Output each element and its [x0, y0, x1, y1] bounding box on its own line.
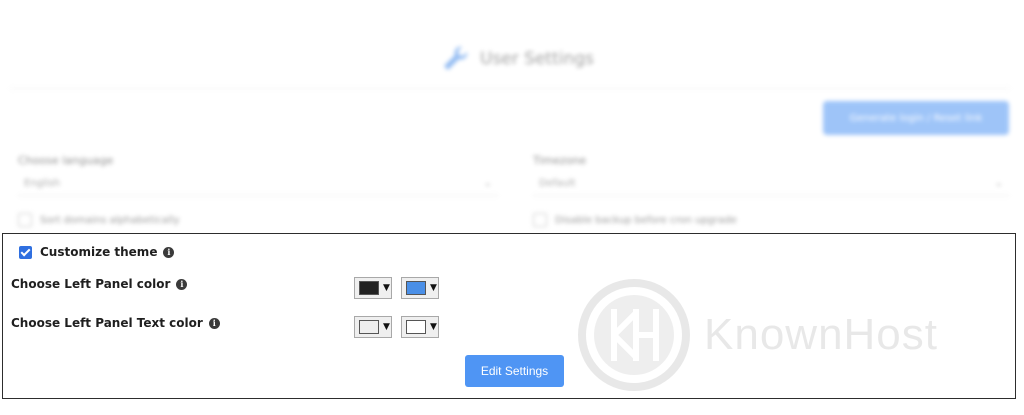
info-icon[interactable]: i	[176, 278, 188, 290]
language-value: English	[24, 178, 61, 189]
caret-down-icon: ▼	[430, 283, 437, 293]
left-panel-text-color-picker-1[interactable]: ▼	[354, 316, 392, 338]
language-select[interactable]: English ⌄	[18, 172, 498, 196]
caret-down-icon: ▼	[383, 322, 390, 332]
checkbox-box	[18, 213, 32, 227]
color-swatch	[359, 320, 379, 334]
customize-theme-checkbox[interactable]: Customize theme i	[19, 245, 175, 259]
info-icon[interactable]: i	[208, 317, 220, 329]
language-label: Choose language	[18, 154, 114, 167]
edit-settings-button[interactable]: Edit Settings	[465, 355, 564, 387]
left-panel-accent-color-picker[interactable]: ▼	[401, 277, 439, 299]
color-swatch	[406, 320, 426, 334]
timezone-value: Default	[539, 178, 576, 189]
left-panel-text-color-row: Choose Left Panel Text color i	[11, 316, 220, 330]
info-icon[interactable]: i	[163, 246, 175, 258]
disable-backup-checkbox[interactable]: Disable backup before cron upgrade	[533, 213, 737, 227]
page-title: User Settings	[440, 44, 594, 74]
knownhost-watermark: KnownHost	[578, 279, 938, 391]
caret-down-icon: ▼	[430, 322, 437, 332]
left-panel-text-color-label: Choose Left Panel Text color	[11, 316, 203, 330]
disable-backup-label: Disable backup before cron upgrade	[555, 214, 737, 226]
wrench-icon	[444, 46, 468, 70]
left-panel-color-row: Choose Left Panel color i	[11, 277, 188, 291]
caret-down-icon: ▼	[383, 283, 390, 293]
left-panel-text-color-picker-2[interactable]: ▼	[401, 316, 439, 338]
checkbox-box	[533, 213, 547, 227]
checkbox-checked-icon[interactable]	[19, 245, 32, 259]
timezone-select[interactable]: Default ⌄	[533, 172, 1009, 196]
color-swatch	[406, 281, 426, 295]
chevron-down-icon: ⌄	[994, 178, 1003, 189]
left-panel-bg-color-picker[interactable]: ▼	[354, 277, 392, 299]
left-panel-color-label: Choose Left Panel color	[11, 277, 171, 291]
sort-domains-label: Sort domains alphabetically	[40, 214, 180, 226]
generate-login-button[interactable]: Generate login / Reset link	[823, 101, 1009, 135]
chevron-down-icon: ⌄	[483, 178, 492, 189]
divider	[10, 88, 1010, 89]
sort-domains-checkbox[interactable]: Sort domains alphabetically	[18, 213, 180, 227]
watermark-text: KnownHost	[704, 310, 939, 359]
theme-settings-panel: KnownHost Customize theme i Choose Left …	[2, 233, 1016, 399]
knownhost-logo-icon	[578, 279, 690, 391]
timezone-label: Timezone	[533, 154, 587, 167]
page-title-text: User Settings	[480, 49, 594, 69]
color-swatch	[359, 281, 379, 295]
customize-theme-label: Customize theme	[40, 245, 158, 259]
